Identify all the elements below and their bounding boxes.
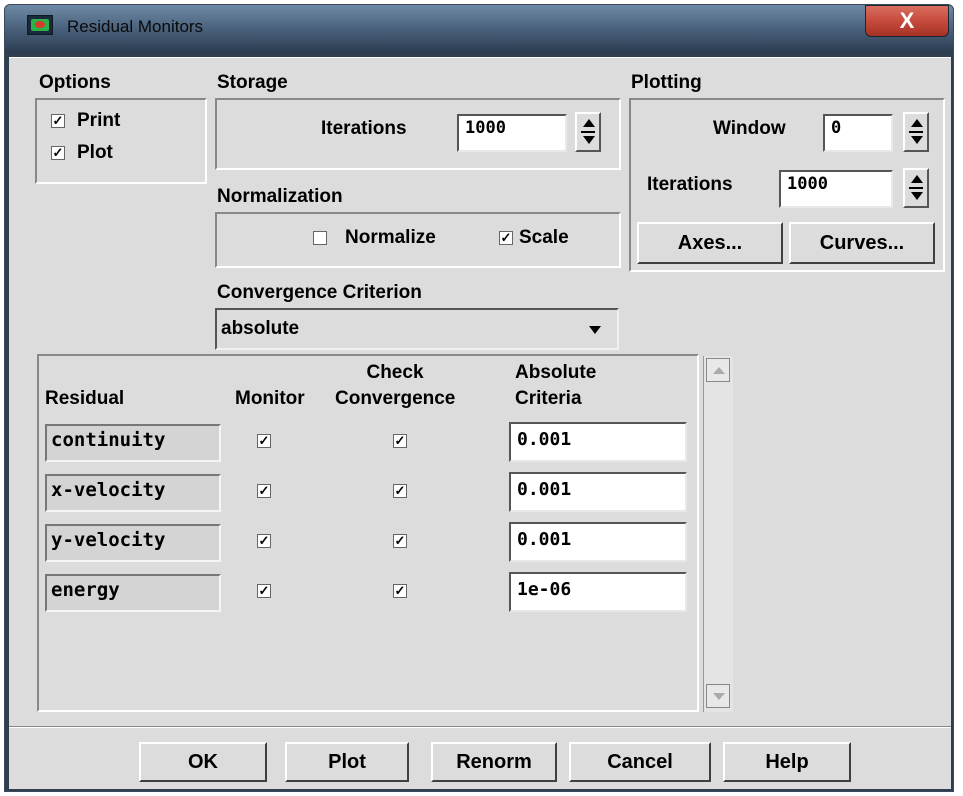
plotting-window-label: Window (713, 118, 786, 139)
normalize-checkbox[interactable] (313, 231, 327, 245)
header-check-line2: Convergence (335, 388, 456, 409)
criteria-input[interactable]: 0.001 (509, 472, 687, 512)
chevron-down-icon (589, 326, 601, 334)
criteria-input[interactable]: 1e-06 (509, 572, 687, 612)
monitor-checkbox[interactable]: ✓ (257, 434, 271, 448)
header-abs-line1: Absolute (515, 362, 597, 383)
monitor-checkbox[interactable]: ✓ (257, 534, 271, 548)
plotting-iterations-stepper[interactable] (903, 168, 929, 208)
title-bar[interactable]: Residual Monitors X (5, 5, 953, 53)
monitor-checkbox[interactable]: ✓ (257, 584, 271, 598)
options-group: ✓ Print ✓ Plot (35, 98, 207, 184)
scale-label: Scale (519, 227, 569, 248)
window-title: Residual Monitors (67, 17, 204, 36)
header-abs-line2: Criteria (515, 388, 582, 409)
header-residual: Residual (45, 388, 125, 409)
convergence-selected: absolute (221, 318, 300, 339)
monitor-checkbox[interactable]: ✓ (257, 484, 271, 498)
help-button[interactable]: Help (723, 742, 851, 782)
table-row: x-velocity ✓ ✓ 0.001 (39, 472, 687, 518)
dialog-window: Residual Monitors X Options ✓ Print ✓ Pl… (4, 4, 954, 792)
storage-group: Iterations 1000 (215, 98, 621, 170)
convergence-heading: Convergence Criterion (217, 282, 422, 303)
curves-button[interactable]: Curves... (789, 222, 935, 264)
criteria-input[interactable]: 0.001 (509, 422, 687, 462)
renorm-button[interactable]: Renorm (431, 742, 557, 782)
normalization-group: Normalize ✓ Scale (215, 212, 621, 268)
plotting-iterations-input[interactable]: 1000 (779, 170, 893, 208)
table-row: continuity ✓ ✓ 0.001 (39, 422, 687, 468)
axes-button[interactable]: Axes... (637, 222, 783, 264)
check-icon: ✓ (258, 483, 270, 498)
plotting-group: Window 0 Iterations 1000 Axes... Curves.… (629, 98, 945, 272)
check-icon: ✓ (258, 533, 270, 548)
check-icon: ✓ (258, 583, 270, 598)
convergence-checkbox[interactable]: ✓ (393, 534, 407, 548)
storage-iterations-label: Iterations (321, 118, 407, 139)
print-label: Print (77, 110, 121, 131)
plotting-heading: Plotting (631, 72, 702, 93)
convergence-checkbox[interactable]: ✓ (393, 584, 407, 598)
plotting-iterations-label: Iterations (647, 174, 733, 195)
normalize-label: Normalize (345, 227, 436, 248)
plotting-window-stepper[interactable] (903, 112, 929, 152)
convergence-checkbox[interactable]: ✓ (393, 434, 407, 448)
table-scrollbar[interactable] (703, 356, 733, 712)
app-icon (27, 15, 53, 35)
chevron-up-icon (713, 367, 725, 374)
residual-name: energy (45, 574, 221, 612)
header-monitor: Monitor (235, 388, 305, 409)
residual-name: y-velocity (45, 524, 221, 562)
scale-checkbox[interactable]: ✓ (499, 231, 513, 245)
table-row: y-velocity ✓ ✓ 0.001 (39, 522, 687, 568)
scroll-up-button[interactable] (706, 358, 730, 382)
residual-name: continuity (45, 424, 221, 462)
storage-iterations-stepper[interactable] (575, 112, 601, 152)
check-icon: ✓ (500, 230, 512, 245)
plot-button[interactable]: Plot (285, 742, 409, 782)
options-heading: Options (39, 72, 111, 93)
close-icon: X (899, 8, 915, 33)
convergence-dropdown[interactable]: absolute (215, 308, 619, 350)
dialog-body: Options ✓ Print ✓ Plot Storage Iteration… (9, 57, 951, 789)
close-button[interactable]: X (865, 5, 949, 37)
separator (9, 726, 951, 728)
ok-button[interactable]: OK (139, 742, 267, 782)
normalization-heading: Normalization (217, 186, 343, 207)
residual-rows: continuity ✓ ✓ 0.001 x-velocity ✓ ✓ 0.001 y-velo… (39, 422, 687, 642)
check-icon: ✓ (52, 145, 64, 160)
scroll-down-button[interactable] (706, 684, 730, 708)
plotting-window-input[interactable]: 0 (823, 114, 893, 152)
table-row: energy ✓ ✓ 1e-06 (39, 572, 687, 618)
check-icon: ✓ (52, 113, 64, 128)
check-icon: ✓ (394, 433, 406, 448)
chevron-down-icon (713, 693, 725, 700)
residual-name: x-velocity (45, 474, 221, 512)
print-checkbox[interactable]: ✓ (51, 114, 65, 128)
check-icon: ✓ (394, 483, 406, 498)
check-icon: ✓ (258, 433, 270, 448)
plot-label: Plot (77, 142, 113, 163)
residual-table: Residual Monitor Check Convergence Absol… (37, 354, 733, 712)
check-icon: ✓ (394, 583, 406, 598)
check-icon: ✓ (394, 533, 406, 548)
convergence-checkbox[interactable]: ✓ (393, 484, 407, 498)
criteria-input[interactable]: 0.001 (509, 522, 687, 562)
storage-heading: Storage (217, 72, 288, 93)
cancel-button[interactable]: Cancel (569, 742, 711, 782)
header-check-line1: Check (366, 362, 424, 383)
storage-iterations-input[interactable]: 1000 (457, 114, 567, 152)
plot-checkbox[interactable]: ✓ (51, 146, 65, 160)
